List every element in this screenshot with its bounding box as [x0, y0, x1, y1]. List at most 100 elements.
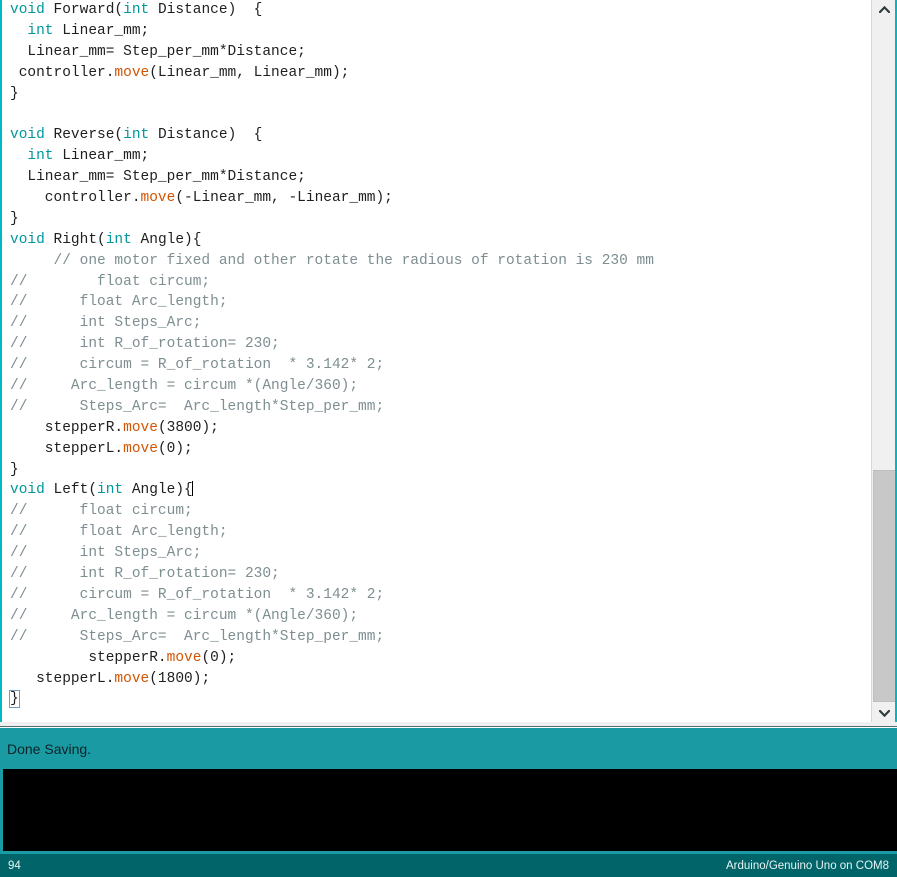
code-line: stepperR.move(3800); — [2, 418, 654, 439]
code-line: // float Arc_length; — [2, 522, 654, 543]
code-line: // Steps_Arc= Arc_length*Step_per_mm; — [2, 397, 654, 418]
code-token: // float Arc_length; — [10, 524, 228, 541]
code-token: Reverse( — [53, 127, 124, 144]
code-line: } — [2, 209, 654, 230]
code-line: // one motor fixed and other rotate the … — [2, 251, 654, 272]
code-editor[interactable]: void Forward(int Distance) { int Linear_… — [0, 0, 897, 722]
code-line: } — [2, 460, 654, 481]
code-token: Angle){ — [123, 482, 193, 499]
code-token: move — [123, 419, 158, 436]
code-token: stepperR. — [10, 649, 167, 666]
code-line: } — [2, 84, 654, 105]
code-token: int — [123, 2, 150, 18]
code-token: Left( — [53, 482, 98, 499]
code-token: int — [27, 148, 54, 165]
code-line: stepperL.move(1800); — [2, 669, 654, 690]
editor-vertical-scrollbar[interactable] — [871, 0, 897, 722]
code-token: void — [10, 127, 54, 144]
code-token: stepperL. — [10, 670, 115, 687]
code-token: Linear_mm= Step_per_mm*Distance; — [10, 43, 306, 60]
code-line: controller.move(Linear_mm, Linear_mm); — [2, 63, 654, 84]
code-line: int Linear_mm; — [2, 21, 654, 42]
matching-bracket-highlight: } — [9, 690, 20, 709]
code-line: // int Steps_Arc; — [2, 543, 654, 564]
code-token: int — [27, 22, 54, 39]
bottom-status-bar: 94 Arduino/Genuino Uno on COM8 — [0, 854, 897, 877]
code-lines-container: void Forward(int Distance) { int Linear_… — [2, 0, 654, 710]
code-line: stepperR.move(0); — [2, 648, 654, 669]
code-token: // int Steps_Arc; — [10, 545, 202, 562]
code-token: // Arc_length = circum *(Angle/360); — [10, 378, 359, 395]
code-token: (-Linear_mm, -Linear_mm); — [175, 190, 393, 207]
code-line: void Forward(int Distance) { — [2, 0, 654, 21]
console-panel — [0, 769, 897, 854]
code-token: Distance) { — [149, 2, 263, 18]
code-line: // circum = R_of_rotation * 3.142* 2; — [2, 585, 654, 606]
arduino-ide-window: void Forward(int Distance) { int Linear_… — [0, 0, 897, 877]
code-line: // Arc_length = circum *(Angle/360); — [2, 606, 654, 627]
code-token: Linear_mm; — [53, 148, 150, 165]
scroll-up-button[interactable] — [872, 0, 897, 18]
scrollbar-thumb[interactable] — [873, 470, 896, 702]
code-token: // Arc_length = circum *(Angle/360); — [10, 607, 359, 624]
code-token: Forward( — [53, 2, 124, 18]
code-token: // one motor fixed and other rotate the … — [10, 252, 654, 269]
code-token: (0); — [157, 440, 193, 457]
code-token: move — [123, 440, 158, 457]
chevron-down-icon — [879, 709, 890, 717]
code-line: // int Steps_Arc; — [2, 313, 654, 334]
chevron-up-icon — [879, 5, 890, 13]
code-line: // int R_of_rotation= 230; — [2, 564, 654, 585]
code-token: } — [10, 85, 19, 102]
code-token: // int Steps_Arc; — [10, 315, 202, 332]
editor-console-divider[interactable] — [0, 722, 897, 727]
code-token: // float Arc_length; — [10, 294, 228, 311]
code-line: controller.move(-Linear_mm, -Linear_mm); — [2, 188, 654, 209]
cursor-line-number: 94 — [8, 859, 21, 872]
code-token: Angle){ — [131, 231, 202, 248]
code-line: // Steps_Arc= Arc_length*Step_per_mm; — [2, 627, 654, 648]
code-text-area[interactable]: void Forward(int Distance) { int Linear_… — [2, 0, 871, 722]
code-line: int Linear_mm; — [2, 146, 654, 167]
code-token: int — [97, 482, 124, 499]
code-token: int — [123, 127, 150, 144]
code-token: // int R_of_rotation= 230; — [10, 336, 280, 353]
code-line: // Arc_length = circum *(Angle/360); — [2, 376, 654, 397]
status-message-text: Done Saving. — [7, 740, 92, 757]
code-token: (0); — [201, 649, 237, 666]
code-token: // circum = R_of_rotation * 3.142* 2; — [10, 357, 385, 374]
text-cursor — [191, 481, 193, 497]
code-token: (3800); — [157, 419, 219, 436]
code-line: Linear_mm= Step_per_mm*Distance; — [2, 42, 654, 63]
code-token: move — [140, 190, 176, 207]
code-line: void Left(int Angle){ — [2, 480, 654, 501]
code-token: // Steps_Arc= Arc_length*Step_per_mm; — [10, 628, 385, 645]
code-line: // float circum; — [2, 501, 654, 522]
code-token: void — [10, 482, 54, 499]
code-line: void Reverse(int Distance) { — [2, 125, 654, 146]
code-token: move — [114, 64, 150, 81]
status-message-bar: Done Saving. — [0, 728, 897, 769]
board-port-label: Arduino/Genuino Uno on COM8 — [725, 859, 889, 872]
code-token: // float circum; — [10, 503, 193, 520]
console-output[interactable] — [3, 769, 897, 851]
code-line: Linear_mm= Step_per_mm*Distance; — [2, 167, 654, 188]
code-token: } — [10, 461, 19, 478]
code-token: int — [105, 231, 132, 248]
code-token: Distance) { — [149, 127, 263, 144]
code-token: // int R_of_rotation= 230; — [10, 566, 280, 583]
code-token: void — [10, 231, 54, 248]
code-token: // circum = R_of_rotation * 3.142* 2; — [10, 586, 385, 603]
code-line: void Right(int Angle){ — [2, 230, 654, 251]
code-token: } — [10, 210, 19, 227]
code-token: controller. — [10, 190, 141, 207]
code-token: void — [10, 2, 54, 18]
code-token: stepperR. — [10, 419, 124, 436]
code-token: // Steps_Arc= Arc_length*Step_per_mm; — [10, 398, 385, 415]
code-token: // float circum; — [10, 273, 211, 290]
scroll-down-button[interactable] — [872, 704, 897, 722]
code-line: stepperL.move(0); — [2, 439, 654, 460]
